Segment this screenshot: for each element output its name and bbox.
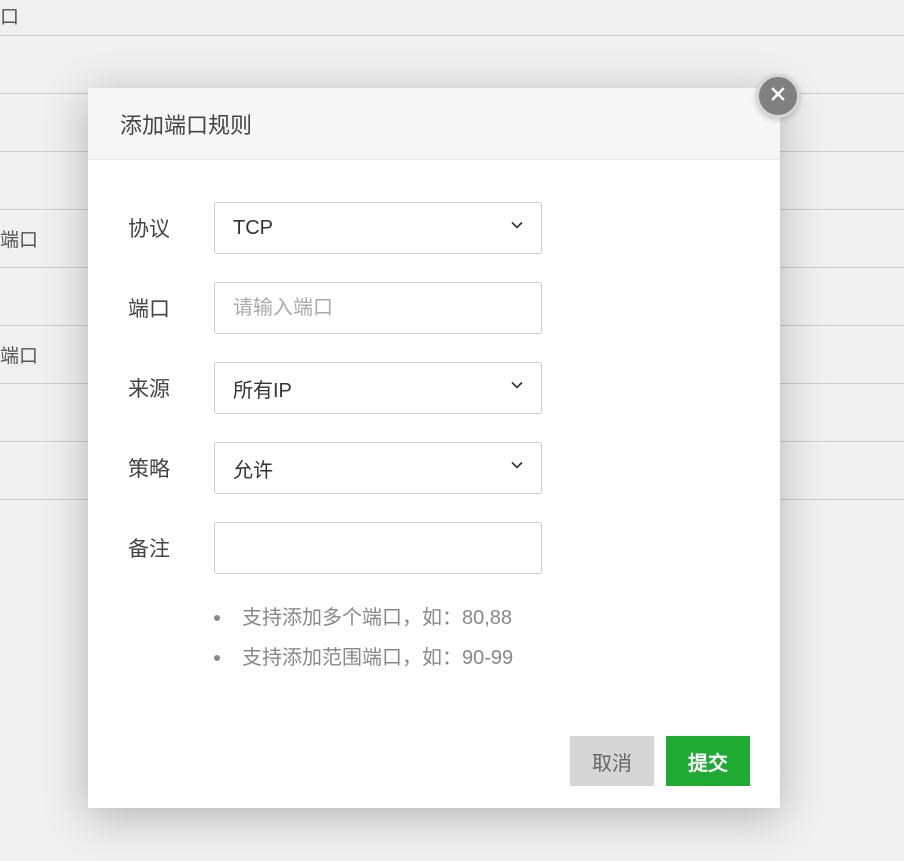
row-remark: 备注 bbox=[124, 522, 744, 574]
select-source[interactable]: 所有IP bbox=[214, 362, 542, 414]
input-remark[interactable] bbox=[214, 522, 542, 574]
hint-text: 支持添加范围端口，如：90-99 bbox=[242, 638, 513, 678]
dialog-footer: 取消 提交 bbox=[88, 718, 780, 808]
hint-item: 支持添加范围端口，如：90-99 bbox=[214, 638, 744, 678]
dialog-title: 添加端口规则 bbox=[120, 108, 252, 140]
bullet-icon bbox=[214, 615, 220, 621]
cancel-button[interactable]: 取消 bbox=[570, 736, 654, 786]
label-port: 端口 bbox=[124, 293, 190, 323]
submit-button[interactable]: 提交 bbox=[666, 736, 750, 786]
label-policy: 策略 bbox=[124, 453, 190, 483]
input-port[interactable] bbox=[214, 282, 542, 334]
add-port-rule-dialog: 添加端口规则 协议 TCP 端口 来源 所有IP 策略 允许 bbox=[88, 88, 780, 808]
hint-item: 支持添加多个端口，如：80,88 bbox=[214, 598, 744, 638]
select-policy[interactable]: 允许 bbox=[214, 442, 542, 494]
label-source: 来源 bbox=[124, 373, 190, 403]
dialog-body: 协议 TCP 端口 来源 所有IP 策略 允许 备注 bbox=[88, 160, 780, 718]
row-protocol: 协议 TCP bbox=[124, 202, 744, 254]
chevron-down-icon bbox=[507, 455, 527, 481]
row-source: 来源 所有IP bbox=[124, 362, 744, 414]
hints-list: 支持添加多个端口，如：80,88 支持添加范围端口，如：90-99 bbox=[124, 592, 744, 700]
label-protocol: 协议 bbox=[124, 213, 190, 243]
row-policy: 策略 允许 bbox=[124, 442, 744, 494]
dialog-header: 添加端口规则 bbox=[88, 88, 780, 160]
chevron-down-icon bbox=[507, 375, 527, 401]
label-remark: 备注 bbox=[124, 533, 190, 563]
chevron-down-icon bbox=[507, 215, 527, 241]
row-port: 端口 bbox=[124, 282, 744, 334]
select-source-value: 所有IP bbox=[233, 374, 292, 403]
select-protocol[interactable]: TCP bbox=[214, 202, 542, 254]
bullet-icon bbox=[214, 655, 220, 661]
close-icon bbox=[768, 84, 788, 109]
close-button[interactable] bbox=[756, 74, 800, 118]
hint-text: 支持添加多个端口，如：80,88 bbox=[242, 598, 512, 638]
select-protocol-value: TCP bbox=[233, 217, 273, 240]
select-policy-value: 允许 bbox=[233, 454, 273, 483]
